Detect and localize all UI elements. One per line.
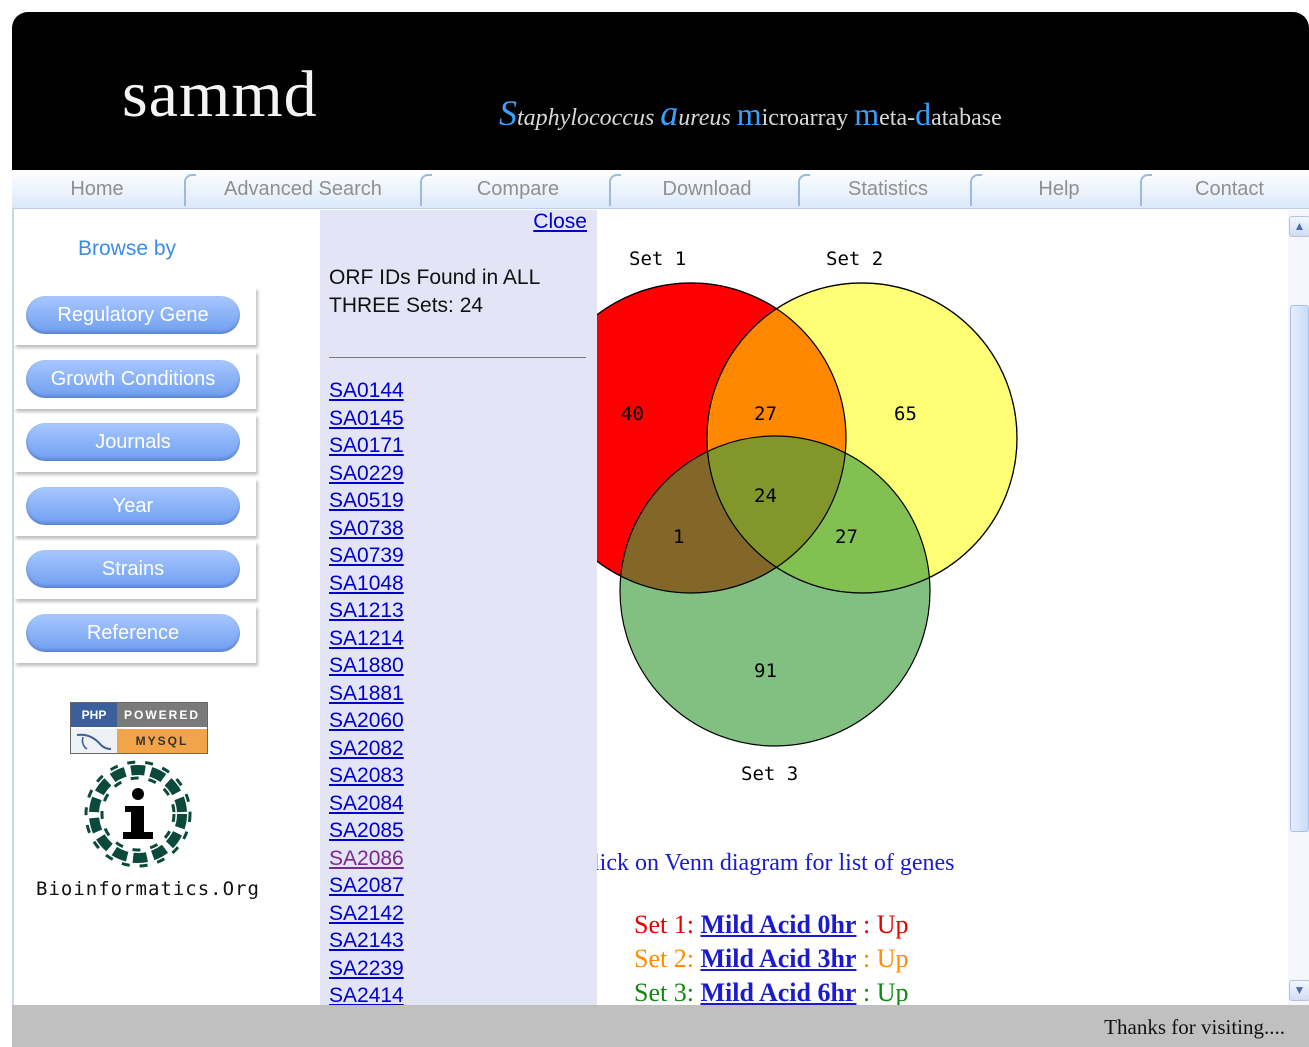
set-1-row: Set 1: Mild Acid 0hr : Up [634,910,909,939]
orf-link[interactable]: SA2083 [329,762,404,790]
orf-link[interactable]: SA2239 [329,955,404,983]
reference-button[interactable]: Reference [26,614,240,652]
orf-link[interactable]: SA0739 [329,542,404,570]
tab-help[interactable]: Help [980,170,1138,208]
orf-link[interactable]: SA0144 [329,377,404,405]
only-set2-count[interactable]: 65 [894,403,917,425]
regulatory-gene-button[interactable]: Regulatory Gene [26,296,240,334]
orf-link[interactable]: SA2084 [329,790,404,818]
tab-advanced-search[interactable]: Advanced Search [194,170,412,208]
orf-found-text: ORF IDs Found in ALL THREE Sets: 24 [329,266,540,317]
orf-link[interactable]: SA1881 [329,680,404,708]
browse-journals: Journals [14,414,256,472]
powered-label: POWERED [117,703,207,727]
set-3-row: Set 3: Mild Acid 6hr : Up [634,978,909,1005]
orf-link[interactable]: SA0519 [329,487,404,515]
divider [329,357,586,358]
set-3-link[interactable]: Mild Acid 6hr [700,978,856,1005]
browse-reference: Reference [14,605,256,663]
tab-compare[interactable]: Compare [430,170,606,208]
orf-link[interactable]: SA1048 [329,570,404,598]
orf-link[interactable]: SA0229 [329,460,404,488]
orf-link[interactable]: SA2086 [329,845,404,873]
bioinformatics-org-label: Bioinformatics.Org [36,878,260,900]
orf-link[interactable]: SA0738 [329,515,404,543]
venn-diagram[interactable]: Set 1 Set 2 Set 3 40 27 65 24 1 27 91 [597,210,1287,815]
set1-set2-count[interactable]: 27 [754,403,777,425]
tab-contact[interactable]: Contact [1150,170,1309,208]
only-set1-count[interactable]: 40 [621,403,644,425]
orf-link[interactable]: SA0145 [329,405,404,433]
set3-label: Set 3 [741,763,798,785]
orf-link[interactable]: SA0171 [329,432,404,460]
set-2-row: Set 2: Mild Acid 3hr : Up [634,944,909,973]
set1-set3-count[interactable]: 1 [673,526,684,548]
orf-link[interactable]: SA2142 [329,900,404,928]
browse-strains: Strains [14,541,256,599]
year-button[interactable]: Year [26,487,240,525]
orf-panel: Close ORF IDs Found in ALL THREE Sets: 2… [320,210,597,1010]
php-label: PHP [71,703,117,727]
orf-link[interactable]: SA1880 [329,652,404,680]
bioinformatics-logo-icon[interactable] [78,758,198,879]
site-tagline: Staphylococcus aureus microarray meta-da… [499,93,1002,133]
browse-year: Year [14,478,256,536]
growth-conditions-button[interactable]: Growth Conditions [26,360,240,398]
thanks-text: Thanks for visiting.... [1104,1015,1285,1039]
browse-heading: Browse by [78,237,177,260]
orf-link[interactable]: SA2087 [329,872,404,900]
only-set3-count[interactable]: 91 [754,660,777,682]
set2-label: Set 2 [826,248,883,270]
scroll-down-icon[interactable]: ▼ [1289,980,1309,1001]
php-mysql-badge[interactable]: PHP POWERED MYSQL [70,702,208,754]
browse-regulatory-gene: Regulatory Gene [14,287,256,345]
journals-button[interactable]: Journals [26,423,240,461]
mysql-label: MYSQL [117,729,207,753]
close-link[interactable]: Close [533,210,587,234]
mysql-dolphin-icon [71,729,117,753]
orf-link[interactable]: SA2085 [329,817,404,845]
orf-list: SA0144 SA0145 SA0171 SA0229 SA0519 SA0738 SA07… [329,377,404,1010]
tab-download[interactable]: Download [619,170,795,208]
strains-button[interactable]: Strains [26,550,240,588]
tab-home[interactable]: Home [12,170,182,208]
orf-link[interactable]: SA2060 [329,707,404,735]
vertical-scrollbar[interactable]: ▲ ▼ [1288,210,1309,1005]
main-nav: Home Advanced Search Compare Download St… [12,170,1309,209]
footer: Thanks for visiting.... [12,1005,1309,1047]
orf-link[interactable]: SA1214 [329,625,404,653]
site-logo[interactable]: sammd [122,62,318,128]
orf-link[interactable]: SA1213 [329,597,404,625]
tab-statistics[interactable]: Statistics [808,170,968,208]
all-three-count[interactable]: 24 [754,485,777,507]
site-header: sammd Staphylococcus aureus microarray m… [12,12,1309,170]
venn-caption: Click on Venn diagram for list of genes [597,850,955,876]
set-1-link[interactable]: Mild Acid 0hr [700,910,856,939]
scroll-thumb[interactable] [1290,305,1309,832]
orf-link[interactable]: SA2143 [329,927,404,955]
browse-growth-conditions: Growth Conditions [14,351,256,409]
set-2-link[interactable]: Mild Acid 3hr [700,944,856,973]
set1-label: Set 1 [629,248,686,270]
set2-set3-count[interactable]: 27 [835,526,858,548]
orf-link[interactable]: SA2082 [329,735,404,763]
scroll-up-icon[interactable]: ▲ [1289,216,1309,237]
